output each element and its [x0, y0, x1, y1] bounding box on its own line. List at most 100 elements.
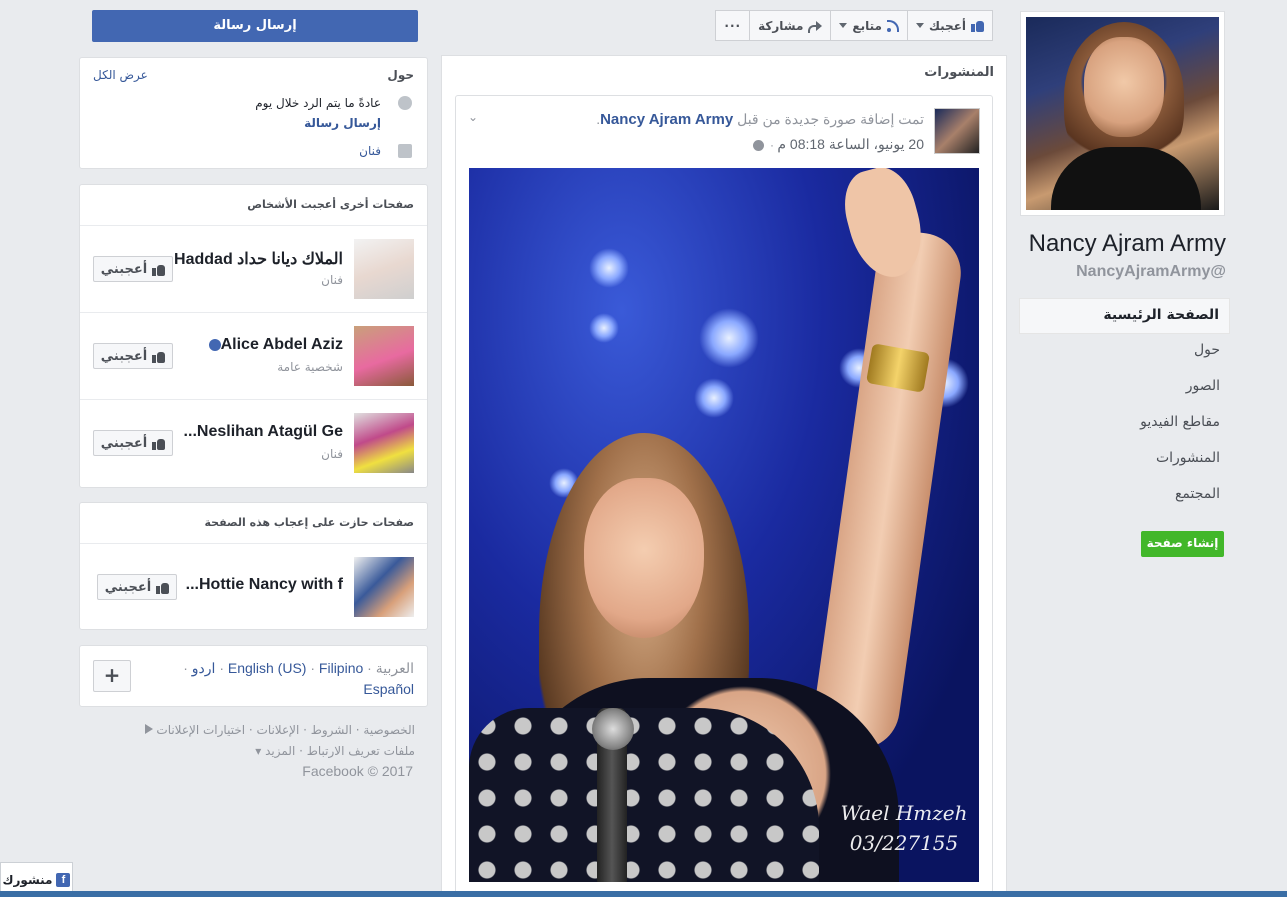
footer-links-line1[interactable]: الخصوصية · الشروط · الإعلانات · اختيارات…	[156, 723, 415, 737]
nav-item-home[interactable]: الصفحة الرئيسية	[1019, 298, 1230, 334]
verified-badge-icon	[208, 338, 221, 351]
language-spanish[interactable]: Español	[363, 681, 414, 697]
page-category: شخصية عامة	[277, 360, 343, 374]
see-all-link[interactable]: عرض الكل	[93, 68, 148, 82]
language-filipino[interactable]: Filipino	[319, 660, 363, 676]
post-author-avatar[interactable]	[934, 108, 980, 154]
post-author-link[interactable]: Nancy Ajram Army	[600, 111, 733, 128]
messenger-icon	[398, 96, 412, 110]
page-name-link[interactable]: Neslihan Atagül Ge...	[184, 423, 343, 441]
languages-card: العربية · English (US) · Filipino · اردو…	[79, 645, 428, 707]
page-nav: الصفحة الرئيسية حول الصور مقاطع الفيديو …	[1019, 298, 1230, 514]
send-message-button[interactable]: إرسال رسالة	[92, 10, 418, 42]
share-icon	[808, 20, 823, 33]
chevron-down-icon[interactable]	[839, 23, 848, 28]
share-label: مشاركة	[758, 18, 804, 33]
thumbs-up-icon	[152, 350, 166, 363]
language-separator: ·	[367, 660, 372, 676]
create-page-button[interactable]: إنشاء صفحة	[1141, 531, 1224, 557]
page-title[interactable]: Nancy Ajram Army	[1000, 230, 1226, 258]
posts-heading: المنشورات	[924, 65, 994, 80]
watermark-number: 03/227155	[849, 831, 959, 855]
post-date[interactable]: 20 يونيو، الساعة 08:18 م	[777, 136, 924, 152]
like-button[interactable]: أعجبني	[93, 343, 173, 369]
thumbs-up-icon	[152, 437, 166, 450]
page-name: Alice Abdel Aziz	[220, 336, 343, 353]
post-card: تمت إضافة صورة جديدة من قبل Nancy Ajram …	[455, 95, 993, 897]
post-photo[interactable]: Wael Hmzeh 03/227155	[469, 168, 979, 882]
post-meta: 20 يونيو، الساعة 08:18 م ·	[752, 136, 924, 153]
like-button[interactable]: أعجبني	[97, 574, 177, 600]
chevron-down-icon[interactable]	[915, 23, 924, 28]
category-icon	[398, 144, 412, 158]
rss-icon	[886, 19, 899, 32]
nav-item-photos[interactable]: الصور	[1019, 370, 1230, 406]
nav-item-posts[interactable]: المنشورات	[1019, 442, 1230, 478]
thumbs-up-icon	[971, 19, 984, 32]
liked-by-page-card: صفحات حازت على إعجاب هذه الصفحة Hottie N…	[79, 502, 428, 630]
about-card: حول عرض الكل عادةً ما يتم الرد خلال يوم …	[79, 57, 428, 169]
language-list: العربية · English (US) · Filipino · اردو…	[183, 660, 414, 677]
like-button[interactable]: أعجبني	[93, 256, 173, 282]
language-separator: ·	[219, 660, 224, 676]
more-button[interactable]: ···	[715, 10, 751, 41]
copyright: Facebook © 2017	[302, 763, 413, 779]
language-current: العربية	[375, 660, 414, 676]
ad-choices-icon	[144, 724, 153, 734]
nav-item-about[interactable]: حول	[1019, 334, 1230, 370]
list-item: Alice Abdel Aziz شخصية عامة أعجبني	[80, 312, 427, 399]
nav-item-community[interactable]: المجتمع	[1019, 478, 1230, 514]
footer-links[interactable]: الخصوصية · الشروط · الإعلانات · اختيارات…	[144, 723, 415, 737]
page-category: فنان	[321, 447, 343, 461]
footer-links-secondary[interactable]: ملفات تعريف الارتباط · المزيد ▾	[255, 744, 415, 758]
page-thumbnail[interactable]	[354, 557, 414, 617]
post-title: تمت إضافة صورة جديدة من قبل Nancy Ajram …	[596, 111, 924, 128]
like-button-label: أعجبني	[100, 435, 148, 451]
list-item: الملاك ديانا حداد Haddad... فنان أعجبني	[80, 225, 427, 312]
like-button-label: أعجبني	[104, 579, 152, 595]
language-english[interactable]: English (US)	[228, 660, 307, 676]
thumbs-up-icon	[156, 581, 170, 594]
profile-picture[interactable]	[1020, 11, 1225, 216]
post-title-prefix: تمت إضافة صورة جديدة من قبل	[737, 111, 924, 127]
page-name-link[interactable]: الملاك ديانا حداد Haddad...	[163, 249, 343, 269]
page-action-bar: أعجبك متابع مشاركة ···	[688, 10, 993, 41]
about-title: حول	[387, 68, 414, 82]
follow-label: متابع	[852, 18, 882, 33]
facebook-icon: f	[56, 873, 71, 887]
page-thumbnail[interactable]	[354, 239, 414, 299]
liked-by-title: صفحات حازت على إعجاب هذه الصفحة	[204, 516, 414, 529]
watermark-name: Wael Hmzeh	[840, 801, 968, 825]
page-name-link[interactable]: Hottie Nancy with f...	[186, 576, 343, 594]
language-urdu[interactable]: اردو	[192, 660, 216, 676]
language-separator: ·	[183, 660, 188, 676]
like-button-label: أعجبني	[100, 261, 148, 277]
post-date-separator: ·	[770, 138, 775, 152]
page-thumbnail[interactable]	[354, 326, 414, 386]
like-label: أعجبك	[928, 18, 966, 33]
page-handle[interactable]: NancyAjramArmy@	[1000, 263, 1226, 281]
category-link[interactable]: فنان	[359, 144, 381, 158]
chevron-down-icon[interactable]: ⌄	[468, 110, 478, 124]
globe-icon[interactable]	[752, 140, 764, 152]
like-page-button[interactable]: أعجبك	[907, 10, 993, 41]
page-thumbnail[interactable]	[354, 413, 414, 473]
like-button-label: أعجبني	[100, 348, 148, 364]
thumbs-up-icon	[152, 263, 166, 276]
taskbar	[0, 891, 1287, 897]
list-item: Hottie Nancy with f... أعجبني	[80, 543, 427, 630]
profile-photo	[1026, 17, 1219, 210]
share-button[interactable]: مشاركة	[750, 10, 832, 41]
chat-tab-label: منشورك	[2, 873, 53, 887]
photo-watermark: Wael Hmzeh 03/227155	[839, 798, 969, 858]
page-name-link[interactable]: Alice Abdel Aziz	[206, 336, 343, 354]
more-icon: ···	[724, 18, 742, 33]
nav-item-videos[interactable]: مقاطع الفيديو	[1019, 406, 1230, 442]
liked-pages-card: صفحات أخرى أعجبت الأشخاص الملاك ديانا حد…	[79, 184, 428, 488]
more-languages-button[interactable]: +	[93, 660, 131, 692]
about-send-message-link[interactable]: إرسال رسالة	[304, 116, 381, 130]
page-category: فنان	[321, 273, 343, 287]
follow-button[interactable]: متابع	[831, 10, 908, 41]
like-button[interactable]: أعجبني	[93, 430, 173, 456]
list-item: Neslihan Atagül Ge... فنان أعجبني	[80, 399, 427, 486]
